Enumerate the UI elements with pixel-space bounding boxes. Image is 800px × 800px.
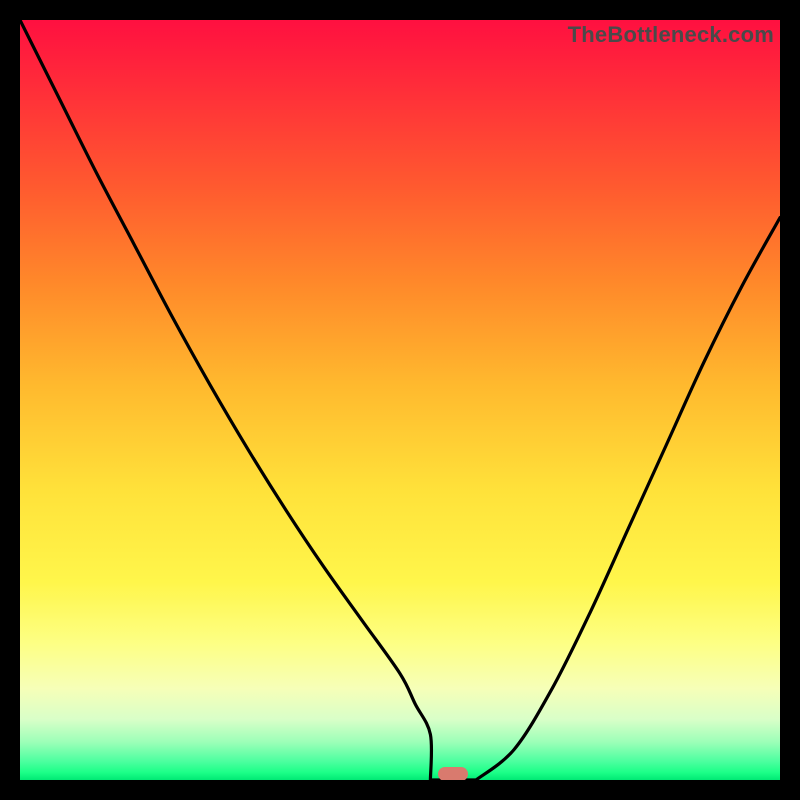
bottleneck-curve bbox=[20, 20, 780, 780]
watermark-label: TheBottleneck.com bbox=[568, 22, 774, 48]
plot-area: TheBottleneck.com bbox=[20, 20, 780, 780]
chart-frame: TheBottleneck.com bbox=[0, 0, 800, 800]
optimal-marker bbox=[438, 767, 468, 780]
